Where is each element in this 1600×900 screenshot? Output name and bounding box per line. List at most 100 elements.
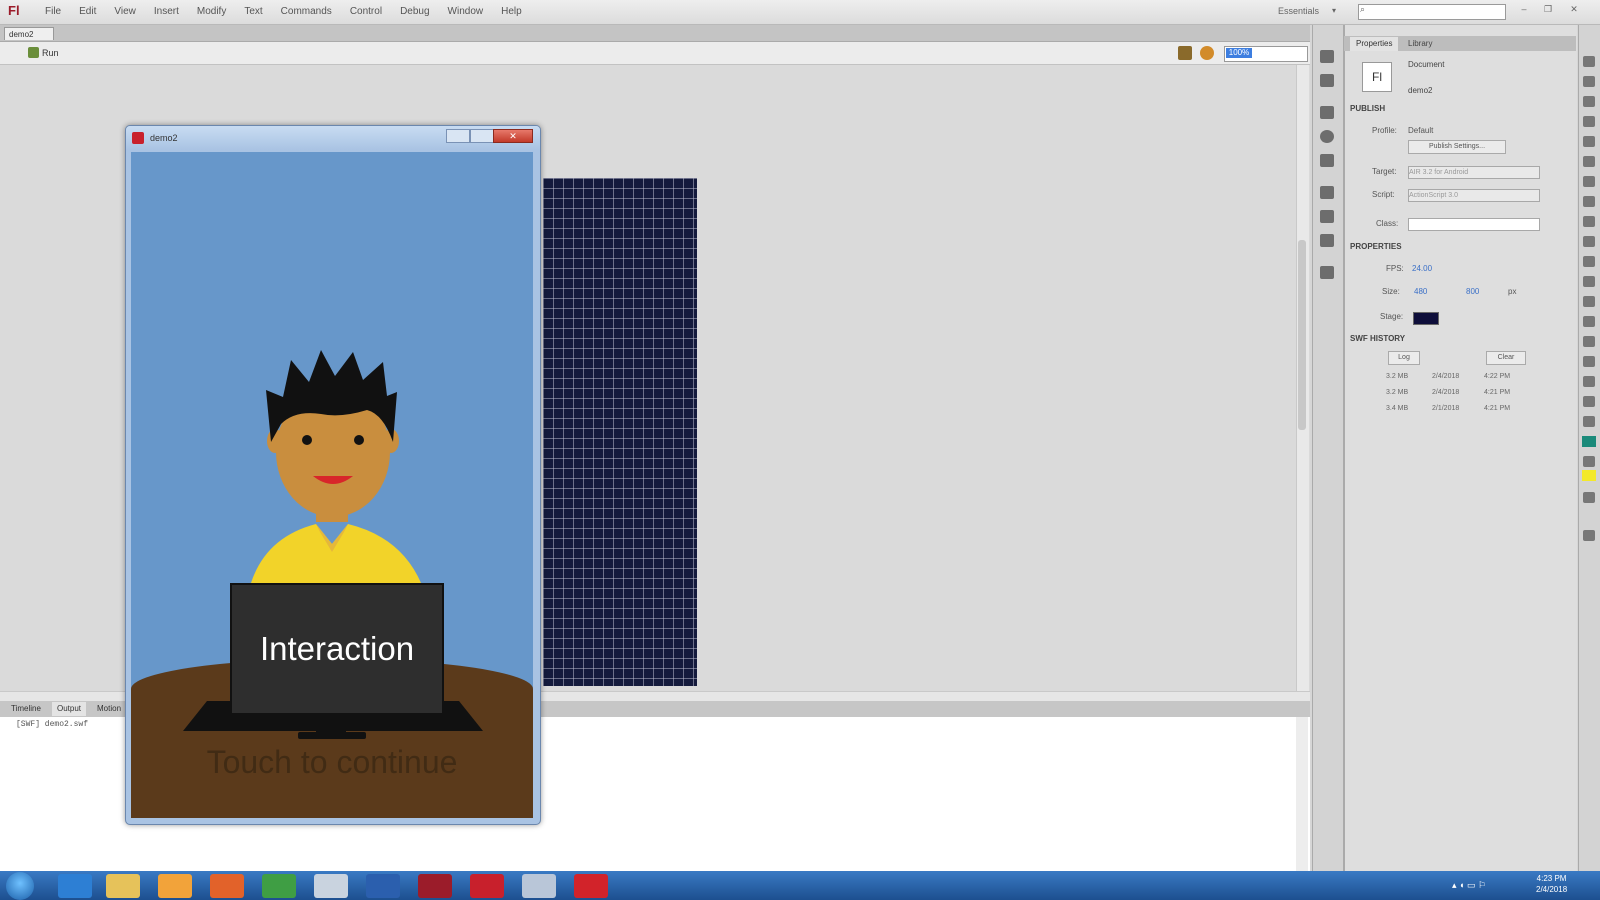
- components-icon[interactable]: [1320, 186, 1334, 199]
- close-icon[interactable]: ✕: [1566, 4, 1582, 18]
- publish-section-header[interactable]: PUBLISH: [1350, 104, 1385, 113]
- word-icon[interactable]: [366, 874, 400, 898]
- menu-control[interactable]: Control: [341, 6, 391, 17]
- brush-icon[interactable]: [1583, 256, 1595, 267]
- minimize-icon[interactable]: –: [1516, 4, 1532, 18]
- subselection-tool-icon[interactable]: [1583, 76, 1595, 87]
- stroke-swatch-icon[interactable]: [1582, 436, 1596, 447]
- edit-scene-icon[interactable]: [1178, 46, 1192, 60]
- stage-label: Stage:: [1380, 312, 1404, 321]
- menu-edit[interactable]: Edit: [70, 6, 105, 17]
- properties-section-header[interactable]: PROPERTIES: [1350, 242, 1402, 251]
- acrobat-icon[interactable]: [470, 874, 504, 898]
- code-snippets-icon[interactable]: [1320, 234, 1334, 247]
- publish-settings-button[interactable]: Publish Settings...: [1408, 140, 1506, 154]
- class-input[interactable]: [1408, 218, 1540, 231]
- tab-demo2[interactable]: demo2: [4, 27, 54, 40]
- zoom-icon[interactable]: [1583, 396, 1595, 407]
- tray-icons[interactable]: ▴ ◖ ▭ ⚐: [1452, 880, 1522, 892]
- profile-label: Profile:: [1372, 126, 1397, 135]
- eyedropper-icon[interactable]: [1583, 336, 1595, 347]
- menu-modify[interactable]: Modify: [188, 6, 235, 17]
- rectangle-tool-icon[interactable]: [1583, 216, 1595, 227]
- tab-motion[interactable]: Motion: [92, 702, 126, 716]
- minimize-icon[interactable]: [446, 129, 470, 143]
- height-value[interactable]: 800: [1466, 287, 1479, 296]
- menu-view[interactable]: View: [105, 6, 145, 17]
- stage-color-swatch[interactable]: [1413, 312, 1439, 325]
- project-icon[interactable]: [1320, 266, 1334, 279]
- script-select[interactable]: ActionScript 3.0: [1408, 189, 1540, 202]
- scene-label[interactable]: Run: [42, 48, 59, 58]
- width-value[interactable]: 480: [1414, 287, 1427, 296]
- maximize-icon[interactable]: [470, 129, 494, 143]
- media-player-icon[interactable]: [158, 874, 192, 898]
- bone-icon[interactable]: [1583, 296, 1595, 307]
- log-button[interactable]: Log: [1388, 351, 1420, 365]
- fill-color-icon[interactable]: [1583, 456, 1595, 467]
- flash-icon[interactable]: [418, 874, 452, 898]
- library-icon[interactable]: [1320, 74, 1334, 87]
- text-tool-icon[interactable]: [1583, 176, 1595, 187]
- selection-tool-icon[interactable]: [1583, 56, 1595, 67]
- chrome-icon[interactable]: [262, 874, 296, 898]
- stage-canvas-grid[interactable]: [543, 178, 697, 686]
- scrollbar-thumb[interactable]: [1298, 240, 1306, 430]
- clear-button[interactable]: Clear: [1486, 351, 1526, 365]
- tab-properties[interactable]: Properties: [1350, 37, 1399, 51]
- stroke-color-icon[interactable]: [1583, 416, 1595, 427]
- swf-history-header[interactable]: SWF HISTORY: [1350, 334, 1405, 343]
- transform-icon[interactable]: [1320, 154, 1334, 167]
- history-icon[interactable]: [1320, 50, 1334, 63]
- line-tool-icon[interactable]: [1583, 196, 1595, 207]
- close-button[interactable]: ✕: [493, 129, 533, 143]
- pencil-icon[interactable]: [1583, 236, 1595, 247]
- lasso-icon[interactable]: [1583, 136, 1595, 147]
- app-screen[interactable]: Interaction Touch to continue: [131, 152, 533, 818]
- chevron-down-icon[interactable]: ▾: [1332, 6, 1336, 15]
- start-button-icon[interactable]: [6, 872, 34, 900]
- tab-output[interactable]: Output: [52, 702, 87, 716]
- right-eye: [354, 435, 364, 445]
- menu-debug[interactable]: Debug: [391, 6, 438, 17]
- restore-icon[interactable]: ❐: [1540, 4, 1556, 18]
- free-transform-icon[interactable]: [1583, 96, 1595, 107]
- tab-timeline[interactable]: Timeline: [6, 702, 46, 716]
- tab-library[interactable]: Library: [1402, 37, 1438, 51]
- system-clock[interactable]: 4:23 PM 2/4/2018: [1536, 873, 1567, 895]
- deco-icon[interactable]: [1583, 276, 1595, 287]
- internet-explorer-icon[interactable]: [58, 874, 92, 898]
- touch-to-continue-text[interactable]: Touch to continue: [131, 744, 533, 781]
- fill-swatch-icon[interactable]: [1582, 470, 1596, 481]
- eraser-icon[interactable]: [1583, 356, 1595, 367]
- menu-commands[interactable]: Commands: [272, 6, 341, 17]
- menu-text[interactable]: Text: [235, 6, 271, 17]
- monitor-screen[interactable]: Interaction: [230, 583, 444, 715]
- help-search-input[interactable]: [1358, 4, 1506, 20]
- history-row-time: 4:22 PM: [1484, 373, 1511, 380]
- align-icon[interactable]: [1320, 106, 1334, 119]
- 3d-rotation-icon[interactable]: [1583, 116, 1595, 127]
- file-explorer-icon[interactable]: [106, 874, 140, 898]
- document-icon[interactable]: [314, 874, 348, 898]
- motion-presets-icon[interactable]: [1320, 210, 1334, 223]
- pen-icon[interactable]: [1583, 156, 1595, 167]
- target-select[interactable]: AIR 3.2 for Android: [1408, 166, 1540, 179]
- paint-bucket-icon[interactable]: [1583, 316, 1595, 327]
- menu-window[interactable]: Window: [439, 6, 493, 17]
- search-app-icon[interactable]: [522, 874, 556, 898]
- snap-icon[interactable]: [1583, 530, 1595, 541]
- hand-icon[interactable]: [1583, 376, 1595, 387]
- menu-insert[interactable]: Insert: [145, 6, 188, 17]
- edit-symbols-icon[interactable]: [1200, 46, 1214, 60]
- air-launcher-icon[interactable]: [574, 874, 608, 898]
- workspace-switcher[interactable]: Essentials: [1278, 6, 1319, 16]
- menu-help[interactable]: Help: [492, 6, 531, 17]
- preview-window[interactable]: demo2 ✕ Interaction Touch to continue: [125, 125, 541, 825]
- firefox-icon[interactable]: [210, 874, 244, 898]
- color-icon[interactable]: [1320, 130, 1334, 143]
- swap-colors-icon[interactable]: [1583, 492, 1595, 503]
- output-scrollbar[interactable]: [1296, 717, 1308, 871]
- menu-file[interactable]: File: [36, 6, 70, 17]
- fps-value[interactable]: 24.00: [1412, 264, 1432, 273]
